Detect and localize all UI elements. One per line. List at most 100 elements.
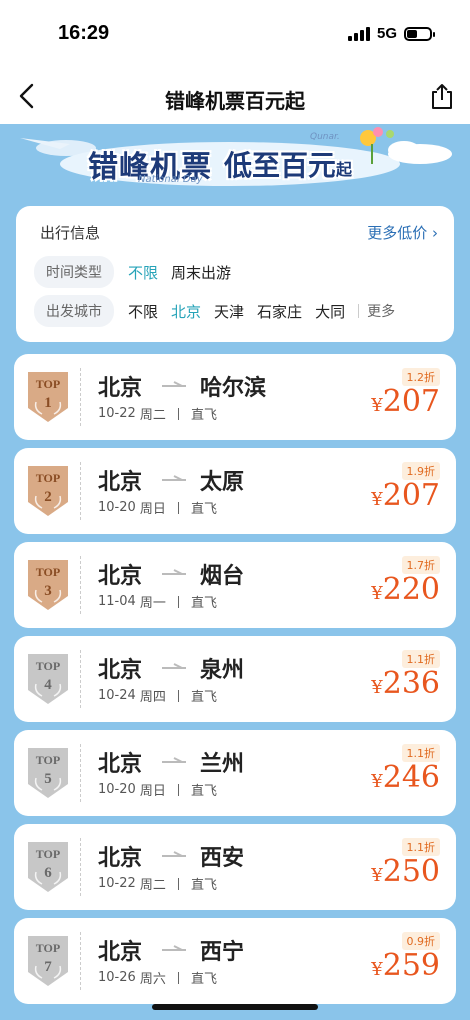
flight-weekday: 周二 [139, 878, 166, 893]
deal-card[interactable]: TOP 1 北京 哈尔滨 10-22 周二 直飞 1.2折 ¥207 [14, 354, 456, 440]
route-arrow-icon [162, 569, 186, 575]
time-option-weekend[interactable]: 周末出游 [171, 262, 231, 283]
svg-text:3: 3 [44, 583, 52, 599]
flight-weekday: 周日 [139, 502, 166, 517]
flight-type: 直飞 [190, 784, 217, 799]
city-option-shijiazhuang[interactable]: 石家庄 [257, 301, 302, 322]
price-value: 236 [382, 666, 440, 701]
banner-subtitle-text: 低至百元 [224, 149, 337, 182]
currency-symbol: ¥ [371, 583, 383, 604]
city-option-tianjin[interactable]: 天津 [214, 301, 244, 322]
flight-info: 10-24 周四 直飞 [98, 686, 217, 705]
flight-type: 直飞 [190, 972, 217, 987]
deal-card[interactable]: TOP 4 北京 泉州 10-24 周四 直飞 1.1折 ¥236 [14, 636, 456, 722]
city-option-beijing[interactable]: 北京 [171, 301, 201, 322]
price-value: 246 [382, 760, 440, 795]
more-low-prices-link[interactable]: 更多低价 › [367, 222, 438, 243]
departure-city: 北京 [98, 846, 143, 871]
svg-text:6: 6 [44, 865, 52, 881]
divider [358, 304, 360, 318]
arrival-city: 兰州 [200, 752, 245, 777]
flight-date: 10-22 [98, 406, 136, 421]
rank-badge: TOP 2 [28, 466, 68, 516]
svg-text:TOP: TOP [36, 377, 60, 391]
arrival-city: 烟台 [200, 564, 245, 589]
city-more-button[interactable]: 更多 [367, 301, 395, 321]
deal-card[interactable]: TOP 5 北京 兰州 10-20 周日 直飞 1.1折 ¥246 [14, 730, 456, 816]
divider [80, 932, 81, 990]
route-arrow-icon [162, 381, 186, 387]
status-time: 16:29 [58, 22, 110, 44]
flight-date: 10-22 [98, 876, 136, 891]
battery-icon [404, 26, 435, 41]
divider [80, 556, 81, 614]
network-label: 5G [376, 25, 397, 42]
svg-text:4: 4 [44, 677, 52, 693]
flight-weekday: 周日 [139, 784, 166, 799]
divider [177, 501, 179, 514]
flight-date: 10-26 [98, 970, 136, 985]
divider [177, 971, 179, 984]
page-title: 错峰机票百元起 [165, 89, 305, 113]
flight-weekday: 周二 [139, 408, 166, 423]
divider [80, 650, 81, 708]
rank-badge: TOP 7 [28, 936, 68, 986]
flight-info: 10-20 周日 直飞 [98, 498, 217, 517]
deal-card[interactable]: TOP 2 北京 太原 10-20 周日 直飞 1.9折 ¥207 [14, 448, 456, 534]
filter-heading: 出行信息 [40, 224, 101, 242]
svg-text:TOP: TOP [36, 753, 60, 767]
svg-text:2: 2 [44, 489, 52, 505]
route-arrow-icon [162, 475, 186, 481]
rank-badge: TOP 3 [28, 560, 68, 610]
price-value: 250 [382, 854, 440, 889]
arrival-city: 哈尔滨 [200, 376, 267, 401]
svg-text:TOP: TOP [36, 471, 60, 485]
departure-city: 北京 [98, 564, 143, 589]
price: ¥220 [371, 572, 440, 607]
divider [177, 689, 179, 702]
banner-subtitle: 低至百元起 [224, 144, 352, 184]
share-icon[interactable] [430, 82, 454, 110]
city-option-unlimited[interactable]: 不限 [128, 301, 158, 322]
flight-type: 直飞 [190, 690, 217, 705]
divider [80, 838, 81, 896]
flight-weekday: 周一 [139, 596, 166, 611]
price: ¥236 [371, 666, 440, 701]
city-option-datong[interactable]: 大同 [315, 301, 345, 322]
flight-info: 10-22 周二 直飞 [98, 874, 217, 893]
flight-type: 直飞 [190, 502, 217, 517]
price: ¥246 [371, 760, 440, 795]
rank-badge: TOP 5 [28, 748, 68, 798]
departure-city: 北京 [98, 470, 143, 495]
brand-label: Qunar. [310, 132, 340, 142]
currency-symbol: ¥ [371, 959, 383, 980]
flight-date: 10-24 [98, 688, 136, 703]
rank-badge: TOP 6 [28, 842, 68, 892]
divider [177, 407, 179, 420]
time-type-row: 时间类型 不限 周末出游 [34, 256, 244, 288]
currency-symbol: ¥ [371, 771, 383, 792]
arrival-city: 西宁 [200, 940, 245, 965]
price: ¥250 [371, 854, 440, 889]
svg-text:TOP: TOP [36, 659, 60, 673]
svg-text:TOP: TOP [36, 565, 60, 579]
route-arrow-icon [162, 851, 186, 857]
filter-card: 出行信息 更多低价 › 时间类型 不限 周末出游 出发城市 不限 北京 天津 石… [16, 206, 454, 342]
price-value: 220 [382, 572, 440, 607]
flight-type: 直飞 [190, 408, 217, 423]
time-option-unlimited[interactable]: 不限 [128, 262, 158, 283]
departure-city-row: 出发城市 不限 北京 天津 石家庄 大同 更多 [34, 295, 395, 327]
banner-subtitle-suffix: 起 [336, 160, 353, 179]
deal-card[interactable]: TOP 7 北京 西宁 10-26 周六 直飞 0.9折 ¥259 [14, 918, 456, 1004]
divider [80, 368, 81, 426]
rank-badge: TOP 4 [28, 654, 68, 704]
currency-symbol: ¥ [371, 489, 383, 510]
status-bar: 16:29 5G [0, 0, 470, 68]
currency-symbol: ¥ [371, 395, 383, 416]
deal-card[interactable]: TOP 3 北京 烟台 11-04 周一 直飞 1.7折 ¥220 [14, 542, 456, 628]
arrival-city: 西安 [200, 846, 245, 871]
deal-card[interactable]: TOP 6 北京 西安 10-22 周二 直飞 1.1折 ¥250 [14, 824, 456, 910]
svg-text:TOP: TOP [36, 941, 60, 955]
departure-city: 北京 [98, 376, 143, 401]
route-arrow-icon [162, 945, 186, 951]
